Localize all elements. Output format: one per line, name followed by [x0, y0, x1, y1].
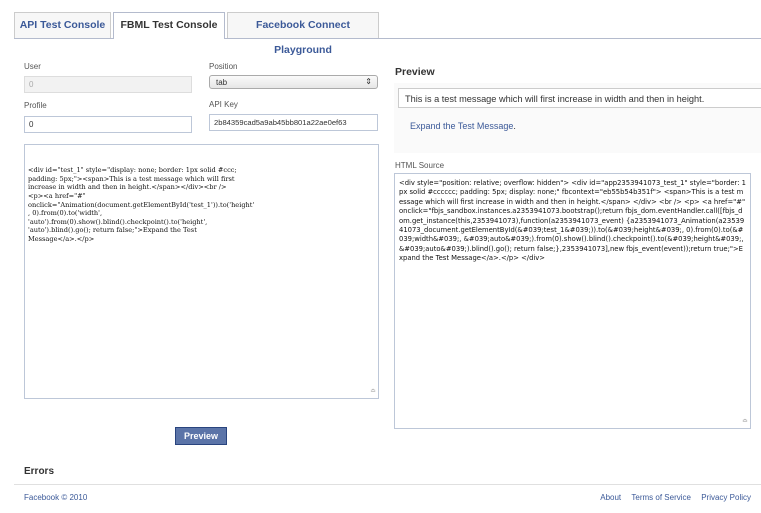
position-select-value: tab — [216, 78, 228, 87]
tab-bar: API Test Console FBML Test Console Faceb… — [14, 12, 761, 56]
api-key-label: API Key — [209, 100, 238, 109]
fbml-code-text: <div id="test_1" style="display: none; b… — [28, 166, 255, 243]
expand-link-suffix: . — [513, 121, 516, 131]
preview-button[interactable]: Preview — [175, 427, 227, 445]
footer-divider — [14, 484, 761, 485]
resize-grip-icon[interactable]: ≏ — [742, 417, 748, 426]
expand-test-message-link[interactable]: Expand the Test Message. — [410, 121, 516, 131]
errors-heading: Errors — [24, 466, 55, 477]
user-label: User — [24, 62, 41, 71]
html-source-text: <div style="position: relative; overflow… — [399, 179, 747, 263]
footer-copyright-text[interactable]: Facebook © 2010 — [24, 493, 87, 502]
select-arrows-icon: ⇕ — [365, 77, 372, 86]
position-label: Position — [209, 62, 238, 71]
resize-grip-icon[interactable]: ≏ — [370, 387, 376, 396]
html-source-textarea[interactable]: <div style="position: relative; overflow… — [394, 173, 751, 429]
test-message-box: This is a test message which will first … — [398, 88, 761, 108]
footer-link-terms[interactable]: Terms of Service — [631, 493, 691, 502]
user-field[interactable]: 0 — [24, 76, 192, 93]
preview-heading: Preview — [395, 66, 435, 78]
tab-facebook-connect-playground[interactable]: Facebook Connect Playground — [227, 12, 379, 56]
footer-link-privacy[interactable]: Privacy Policy — [701, 493, 751, 502]
profile-field[interactable]: 0 — [24, 116, 192, 133]
api-key-field[interactable]: 2b84359cad5a9ab45bb801a22ae0ef63 — [209, 114, 378, 131]
footer-links: About Terms of Service Privacy Policy — [592, 493, 751, 502]
tab-fbml-test-console[interactable]: FBML Test Console — [113, 12, 225, 39]
html-source-label: HTML Source — [395, 161, 445, 170]
expand-link-text[interactable]: Expand the Test Message — [410, 121, 513, 131]
fbml-code-textarea[interactable]: <div id="test_1" style="display: none; b… — [24, 144, 379, 399]
tab-api-test-console[interactable]: API Test Console — [14, 12, 111, 38]
footer-link-about[interactable]: About — [600, 493, 621, 502]
profile-label: Profile — [24, 101, 47, 110]
footer-copyright: Facebook © 2010 — [24, 493, 87, 502]
position-select[interactable]: tab ⇕ — [209, 75, 378, 89]
